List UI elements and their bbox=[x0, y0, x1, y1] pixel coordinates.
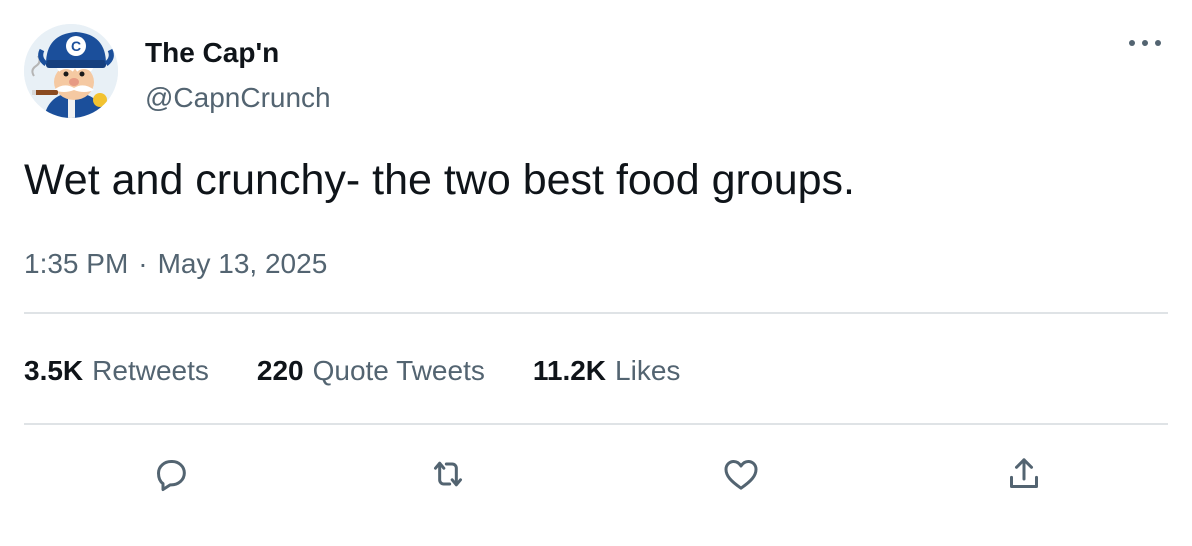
quote-tweets-stat[interactable]: 220 Quote Tweets bbox=[257, 354, 485, 388]
divider bbox=[24, 423, 1168, 425]
more-button[interactable] bbox=[1122, 28, 1168, 58]
share-icon bbox=[1010, 458, 1038, 488]
tweet-meta: 1:35 PM · May 13, 2025 bbox=[24, 247, 327, 281]
quote-tweets-label: Quote Tweets bbox=[312, 355, 485, 386]
author-display-name[interactable]: The Cap'n bbox=[145, 36, 279, 70]
retweets-count: 3.5K bbox=[24, 355, 84, 386]
divider bbox=[24, 312, 1168, 314]
like-button[interactable] bbox=[715, 448, 767, 500]
likes-count: 11.2K bbox=[532, 355, 607, 386]
tweet-text: Wet and crunchy- the two best food group… bbox=[24, 156, 856, 204]
tweet-date[interactable]: May 13, 2025 bbox=[158, 248, 328, 279]
meta-separator: · bbox=[138, 248, 148, 279]
svg-text:C: C bbox=[71, 38, 81, 54]
heart-icon bbox=[724, 460, 758, 490]
reply-button[interactable] bbox=[145, 448, 197, 500]
avatar[interactable]: C bbox=[24, 24, 118, 118]
retweet-icon bbox=[434, 461, 462, 487]
retweets-label: Retweets bbox=[92, 355, 209, 386]
author-handle[interactable]: @CapnCrunch bbox=[145, 81, 331, 115]
share-button[interactable] bbox=[998, 448, 1050, 500]
more-icon bbox=[1129, 40, 1161, 46]
quote-tweets-count: 220 bbox=[256, 355, 304, 386]
likes-label: Likes bbox=[615, 355, 681, 386]
retweets-stat[interactable]: 3.5K Retweets bbox=[24, 354, 209, 388]
retweet-button[interactable] bbox=[422, 448, 474, 500]
reply-icon bbox=[157, 460, 186, 491]
likes-stat[interactable]: 11.2K Likes bbox=[533, 354, 681, 388]
engagement-stats: 3.5K Retweets 220 Quote Tweets 11.2K Lik… bbox=[24, 352, 680, 390]
tweet-time[interactable]: 1:35 PM bbox=[24, 248, 128, 279]
capn-crunch-avatar-icon: C bbox=[24, 24, 118, 118]
